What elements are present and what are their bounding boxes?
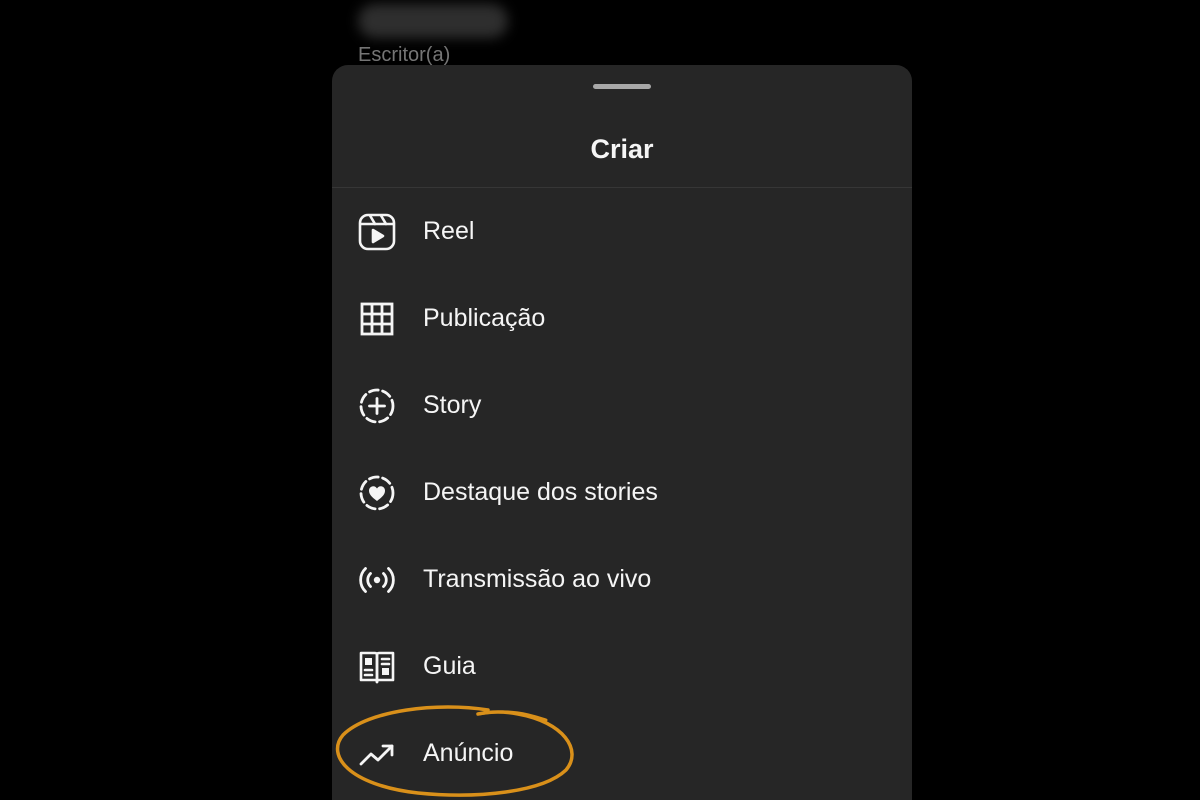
menu-item-label: Story (423, 391, 482, 419)
create-bottom-sheet: Criar Reel Publicação Story Destaque dos… (332, 65, 912, 800)
grid-icon (357, 299, 397, 339)
menu-item-label: Transmissão ao vivo (423, 565, 652, 593)
highlight-heart-icon (357, 473, 397, 513)
menu-item-label: Anúncio (423, 739, 514, 767)
menu-item-label: Destaque dos stories (423, 478, 658, 506)
sheet-title: Criar (590, 134, 654, 164)
menu-item-ad[interactable]: Anúncio (332, 710, 912, 797)
menu-item-live[interactable]: Transmissão ao vivo (332, 536, 912, 623)
trending-up-icon (357, 734, 397, 774)
live-broadcast-icon (357, 560, 397, 600)
profile-category: Escritor(a) (358, 44, 451, 66)
menu-item-story-highlight[interactable]: Destaque dos stories (332, 449, 912, 536)
guide-book-icon (357, 647, 397, 687)
menu-item-reel[interactable]: Reel (332, 188, 912, 275)
blurred-profile-name (358, 4, 508, 38)
create-menu: Reel Publicação Story Destaque dos stori… (332, 188, 912, 797)
menu-item-story[interactable]: Story (332, 362, 912, 449)
menu-item-label: Publicação (423, 304, 546, 332)
sheet-drag-handle[interactable] (593, 84, 651, 89)
reels-icon (357, 212, 397, 252)
menu-item-post[interactable]: Publicação (332, 275, 912, 362)
menu-item-label: Guia (423, 652, 476, 680)
story-add-icon (357, 386, 397, 426)
menu-item-label: Reel (423, 217, 475, 245)
screen: Escritor(a) Criar Reel Publicação Story … (0, 0, 1200, 800)
menu-item-guide[interactable]: Guia (332, 623, 912, 710)
